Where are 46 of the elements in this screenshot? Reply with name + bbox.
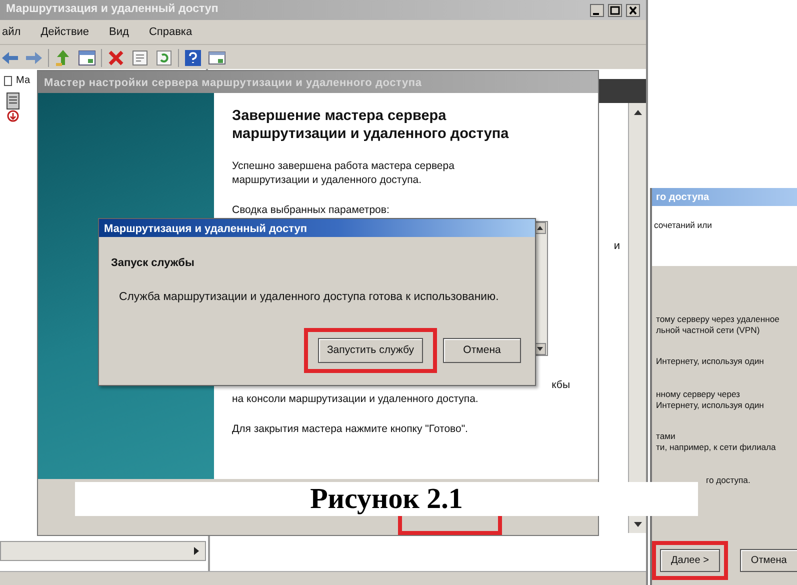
menu-item[interactable]: Действие [40,24,90,44]
properties-icon[interactable] [130,48,150,68]
console-text: кбы [552,379,570,391]
option-text: льной частной сети (VPN) [656,325,761,336]
window-title: Маршрутизация и удаленный доступ [104,223,308,235]
window-title: Маршрутизация и удаленный доступ [6,2,218,18]
menu-item[interactable]: Справка [148,24,192,44]
wizard-button[interactable]: Далее > [660,548,720,572]
dialog-message: Служба маршрутизации и удаленного доступа готова к использованию. [118,290,500,304]
close-hint: Для закрытия мастера нажмите кнопку "Готово". [232,422,469,436]
scroll-down-icon[interactable] [632,519,644,529]
pane-text: и [614,240,620,252]
server-icon[interactable] [4,92,22,122]
option-text: тому серверу через удаленное [656,314,780,325]
scrollbar[interactable] [0,541,206,561]
wizard-button[interactable]: Отмена [740,548,797,572]
summary-label: Сводка выбранных параметров: [232,203,390,217]
wizard-heading: Завершение мастера сервера маршрутизации и удаленного доступа [232,107,510,143]
figure-caption: Рисунок 2.1 [310,483,463,515]
maximize-icon[interactable] [608,4,622,16]
intro-text: Успешно завершена работа мастера сервера маршрутизации и удаленного доступа. [232,159,456,187]
option-text: нному серверу через [656,389,741,400]
menu-item[interactable]: Вид [109,24,129,44]
window-title: Мастер настройки сервера маршрутизации и удаленного доступа [44,77,422,89]
console-text: на консоли маршрутизации и удаленного доступа. [232,392,480,406]
dialog-button[interactable]: Отмена [443,338,521,364]
scroll-right-icon[interactable] [191,545,201,557]
window-icon[interactable] [77,48,97,68]
window-title: го доступа [656,192,710,203]
dialog-button[interactable]: Запустить службу [318,338,423,364]
description-text: сочетаний или [654,220,713,231]
refresh-icon[interactable] [154,48,174,68]
option-text: тами [656,431,676,442]
document-icon [4,76,12,86]
help-icon[interactable] [183,48,203,68]
option-text: го доступа. [706,475,752,486]
option-text: ти, например, к сети филиала [656,442,777,453]
header-bar [596,79,646,103]
menu-item[interactable]: айл [2,24,21,44]
tree-item[interactable]: Ма [16,73,30,88]
minimize-icon[interactable] [590,4,604,16]
option-text: Интернету, используя один [656,356,765,367]
scrollbar[interactable] [628,103,646,533]
close-icon[interactable] [626,4,640,16]
dialog-heading: Запуск службы [110,256,196,271]
option-text: Интернету, используя один [656,400,765,411]
